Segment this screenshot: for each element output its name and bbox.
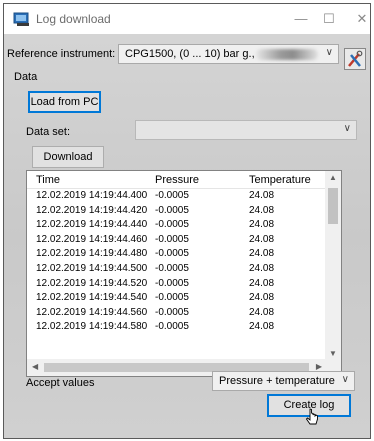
data-section-label: Data: [14, 71, 38, 83]
cell-temperature: 24.08: [249, 233, 275, 245]
cell-pressure: -0.0005: [155, 262, 189, 274]
reference-instrument-label: Reference instrument:: [7, 48, 116, 60]
accept-values-select[interactable]: Pressure + temperature ∨: [212, 371, 355, 391]
reference-instrument-value: CPG1500, (0 ... 10) bar g.,: [125, 48, 255, 60]
cell-time: 12.02.2019 14:19:44.460: [36, 233, 148, 245]
cell-time: 12.02.2019 14:19:44.580: [36, 321, 148, 333]
table-row[interactable]: 12.02.2019 14:19:44.400 -0.0005 24.08: [27, 189, 327, 204]
scroll-down-icon[interactable]: ▼: [329, 349, 337, 358]
table-row[interactable]: 12.02.2019 14:19:44.580 -0.0005 24.08: [27, 320, 327, 335]
cell-pressure: -0.0005: [155, 292, 189, 304]
chevron-down-icon: ∨: [341, 374, 349, 385]
cell-pressure: -0.0005: [155, 233, 189, 245]
vertical-scroll-thumb[interactable]: [328, 188, 338, 224]
cell-time: 12.02.2019 14:19:44.400: [36, 190, 148, 201]
cell-time: 12.02.2019 14:19:44.560: [36, 306, 148, 318]
table-row[interactable]: 12.02.2019 14:19:44.440 -0.0005 24.08: [27, 218, 327, 233]
close-button[interactable]: ✕: [339, 4, 370, 34]
scroll-right-icon[interactable]: ▶: [316, 362, 322, 371]
table-row[interactable]: 12.02.2019 14:19:44.560 -0.0005 24.08: [27, 306, 327, 321]
cell-time: 12.02.2019 14:19:44.480: [36, 248, 148, 260]
scroll-left-icon[interactable]: ◀: [32, 362, 38, 371]
cell-temperature: 24.08: [249, 262, 275, 274]
cell-time: 12.02.2019 14:19:44.500: [36, 262, 148, 274]
column-header-time[interactable]: Time: [36, 174, 60, 186]
cell-pressure: -0.0005: [155, 219, 189, 231]
cell-temperature: 24.08: [249, 190, 275, 201]
chevron-down-icon: ∨: [343, 123, 351, 134]
cell-time: 12.02.2019 14:19:44.520: [36, 277, 148, 289]
cell-pressure: -0.0005: [155, 277, 189, 289]
table-row[interactable]: 12.02.2019 14:19:44.520 -0.0005 24.08: [27, 277, 327, 292]
scroll-up-icon[interactable]: ▲: [329, 173, 337, 182]
cell-temperature: 24.08: [249, 248, 275, 260]
vertical-scrollbar[interactable]: ▲ ▼: [325, 171, 341, 360]
configure-instrument-button[interactable]: [344, 48, 366, 70]
cell-time: 12.02.2019 14:19:44.540: [36, 292, 148, 304]
table-row[interactable]: 12.02.2019 14:19:44.540 -0.0005 24.08: [27, 291, 327, 306]
reference-instrument-select[interactable]: CPG1500, (0 ... 10) bar g., ∨: [118, 44, 339, 64]
cell-temperature: 24.08: [249, 204, 275, 216]
wrench-pen-icon: [348, 50, 363, 67]
table-row[interactable]: 12.02.2019 14:19:44.480 -0.0005 24.08: [27, 247, 327, 262]
cell-pressure: -0.0005: [155, 306, 189, 318]
load-from-pc-button[interactable]: Load from PC: [28, 91, 101, 113]
window-title: Log download: [36, 12, 111, 26]
cell-pressure: -0.0005: [155, 204, 189, 216]
table-header: Time Pressure Temperature: [27, 171, 341, 189]
cell-temperature: 24.08: [249, 292, 275, 304]
cell-temperature: 24.08: [249, 277, 275, 289]
app-icon: [13, 12, 29, 26]
chevron-down-icon: ∨: [325, 47, 333, 58]
cell-pressure: -0.0005: [155, 248, 189, 260]
table-row[interactable]: 12.02.2019 14:19:44.500 -0.0005 24.08: [27, 262, 327, 277]
download-button[interactable]: Download: [32, 146, 104, 168]
log-download-window: Log download — ☐ ✕ Reference instrument:…: [3, 3, 371, 439]
data-set-select[interactable]: ∨: [135, 120, 357, 140]
cell-pressure: -0.0005: [155, 190, 189, 201]
table-row[interactable]: 12.02.2019 14:19:44.420 -0.0005 24.08: [27, 204, 327, 219]
redacted-serial: [256, 49, 318, 60]
cell-time: 12.02.2019 14:19:44.420: [36, 204, 148, 216]
cell-temperature: 24.08: [249, 306, 275, 318]
cell-time: 12.02.2019 14:19:44.440: [36, 219, 148, 231]
title-bar: Log download — ☐ ✕: [4, 4, 370, 34]
data-set-label: Data set:: [26, 126, 71, 138]
table-body: 12.02.2019 14:19:44.400 -0.0005 24.08 12.0…: [27, 189, 327, 335]
cell-pressure: -0.0005: [155, 321, 189, 333]
data-table[interactable]: Time Pressure Temperature 12.02.2019 14:…: [26, 170, 342, 377]
column-header-temperature[interactable]: Temperature: [249, 174, 311, 186]
mouse-cursor-icon: [306, 408, 318, 425]
dialog-body: Reference instrument: CPG1500, (0 ... 10…: [4, 34, 370, 438]
table-row[interactable]: 12.02.2019 14:19:44.460 -0.0005 24.08: [27, 233, 327, 248]
accept-values-label: Accept values: [26, 377, 95, 389]
accept-values-value: Pressure + temperature: [219, 375, 335, 387]
cell-temperature: 24.08: [249, 321, 275, 333]
cell-temperature: 24.08: [249, 219, 275, 231]
column-header-pressure[interactable]: Pressure: [155, 174, 199, 186]
